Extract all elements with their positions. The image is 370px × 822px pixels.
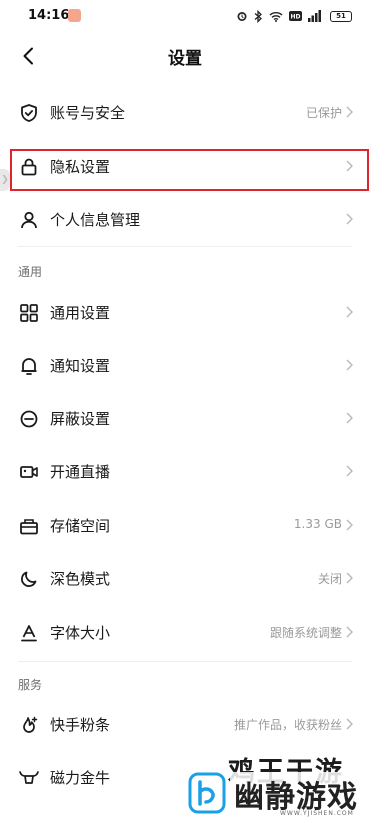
- hd-icon: HD: [289, 11, 302, 21]
- alarm-icon: [237, 12, 247, 21]
- status-icons: HD 51: [236, 8, 352, 24]
- menu-item-label: 快手粉条: [50, 716, 111, 734]
- watermark-logo-icon: [188, 772, 226, 814]
- bluetooth-icon: [254, 9, 262, 23]
- flame-plus-icon: [18, 714, 40, 736]
- chevron-right-icon: [346, 718, 353, 730]
- menu-item-value: 推广作品，收获粉丝: [233, 718, 342, 732]
- menu-item-general-settings[interactable]: 通用设置: [0, 286, 370, 339]
- menu-item-label: 存储空间: [50, 517, 111, 535]
- chevron-right-icon: [346, 572, 353, 584]
- bull-icon: [18, 767, 40, 789]
- section-title-services: 服务: [18, 678, 43, 692]
- menu-item-dark-mode[interactable]: 深色模式 关闭: [0, 552, 370, 605]
- menu-item-account-security[interactable]: 账号与安全 已保护: [0, 86, 370, 139]
- chevron-right-icon: [346, 626, 353, 638]
- menu-item-value: 跟随系统调整: [269, 626, 342, 640]
- block-icon: [18, 408, 40, 430]
- signal-icon: [308, 10, 321, 22]
- shield-check-icon: [18, 102, 40, 124]
- menu-item-personal-info[interactable]: 个人信息管理: [0, 193, 370, 246]
- person-icon: [18, 209, 40, 231]
- menu-item-label: 字体大小: [50, 624, 111, 642]
- menu-item-value: 1.33 GB: [293, 517, 342, 531]
- svg-text:HD: HD: [290, 14, 300, 21]
- video-camera-icon: [18, 461, 40, 483]
- watermark: 鸡王干游 幽静游戏 WWW.YJISHEN.COM: [180, 752, 370, 822]
- chevron-right-icon: [346, 106, 353, 118]
- section-divider: [18, 661, 352, 662]
- chevron-right-icon: [346, 213, 353, 225]
- section-divider: [18, 246, 352, 247]
- menu-item-notification-settings[interactable]: 通知设置: [0, 339, 370, 392]
- status-time: 14:16: [28, 8, 70, 23]
- chevron-right-icon: [346, 465, 353, 477]
- battery-indicator: 51: [330, 10, 352, 22]
- menu-item-value: 已保护: [305, 106, 342, 120]
- menu-item-label: 屏蔽设置: [50, 410, 111, 428]
- chevron-right-icon: [346, 359, 353, 371]
- chevron-right-icon: [346, 412, 353, 424]
- chevron-right-icon: [346, 306, 353, 318]
- menu-item-label: 开通直播: [50, 463, 111, 481]
- side-drawer-handle[interactable]: ❯: [0, 169, 10, 191]
- menu-item-label: 通用设置: [50, 304, 111, 322]
- menu-item-storage[interactable]: 存储空间 1.33 GB: [0, 499, 370, 552]
- menu-item-label: 账号与安全: [50, 104, 126, 122]
- moon-icon: [18, 568, 40, 590]
- menu-item-block-settings[interactable]: 屏蔽设置: [0, 392, 370, 445]
- menu-item-kuaishou-fentiao[interactable]: 快手粉条 推广作品，收获粉丝: [0, 698, 370, 751]
- section-title-general: 通用: [18, 265, 43, 279]
- watermark-url: WWW.YJISHEN.COM: [280, 810, 354, 817]
- menu-item-label: 深色模式: [50, 570, 111, 588]
- app-notification-icon: [68, 9, 81, 22]
- bell-icon: [18, 355, 40, 377]
- highlight-annotation: [10, 149, 369, 191]
- chevron-right-icon: [346, 519, 353, 531]
- storage-box-icon: [18, 515, 40, 537]
- page-title: 设置: [168, 49, 202, 69]
- menu-item-value: 关闭: [317, 572, 342, 586]
- menu-item-label: 磁力金牛: [50, 769, 111, 787]
- status-bar: 14:16 HD 51: [0, 0, 370, 32]
- menu-item-start-live[interactable]: 开通直播: [0, 445, 370, 498]
- wifi-icon: [269, 11, 283, 22]
- menu-item-font-size[interactable]: 字体大小 跟随系统调整: [0, 606, 370, 659]
- menu-item-label: 个人信息管理: [50, 211, 141, 229]
- grid-icon: [18, 302, 40, 324]
- menu-item-label: 通知设置: [50, 357, 111, 375]
- font-size-icon: [18, 622, 40, 644]
- nav-bar: 设置: [0, 32, 370, 80]
